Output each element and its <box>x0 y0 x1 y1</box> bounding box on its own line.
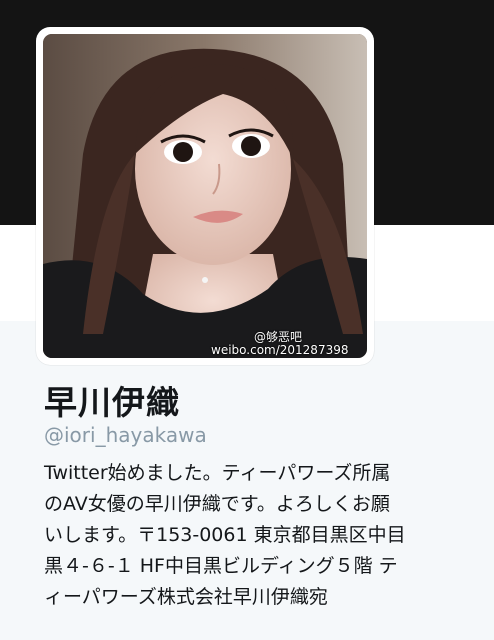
avatar-portrait-image <box>43 34 367 358</box>
bio-line: Twitter始めました。ティーパワーズ所属 <box>44 462 391 484</box>
avatar-photo <box>43 34 367 358</box>
bio-line: ィーパワーズ株式会社早川伊織宛 <box>44 586 328 608</box>
profile-screen-name[interactable]: @iori_hayakawa <box>44 423 207 447</box>
profile-page: @够恶吧 weibo.com/201287398 早川伊織 @iori_haya… <box>0 0 494 640</box>
profile-bio: Twitter始めました。ティーパワーズ所属 のAV女優の早川伊織です。よろしく… <box>44 458 474 613</box>
profile-display-name[interactable]: 早川伊織 <box>44 376 180 424</box>
bio-line: いします。〒153-0061 東京都目黒区中目 <box>44 524 406 546</box>
bio-line: 黒４-６-１ HF中目黒ビルディング５階 テ <box>44 555 398 577</box>
watermark-url: weibo.com/201287398 <box>211 343 349 357</box>
bio-line: のAV女優の早川伊織です。よろしくお願 <box>44 493 390 515</box>
profile-avatar[interactable]: @够恶吧 weibo.com/201287398 <box>36 27 374 365</box>
